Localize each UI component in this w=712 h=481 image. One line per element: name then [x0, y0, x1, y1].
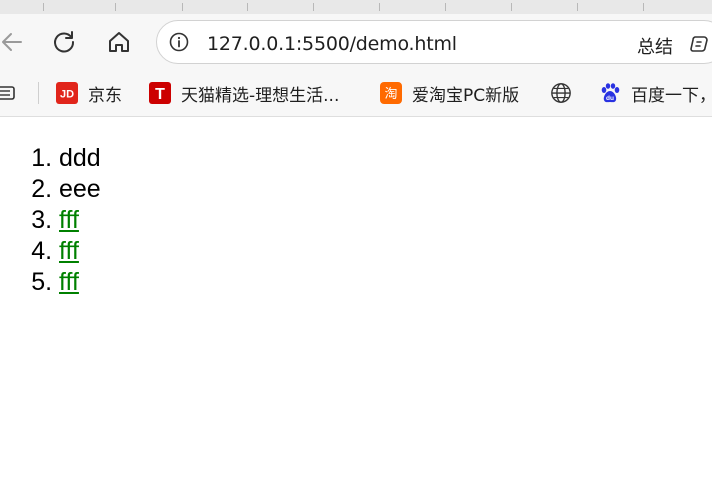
tab-separator	[643, 3, 644, 11]
home-icon	[109, 32, 129, 52]
page-content: ddd eee fff fff fff	[0, 117, 712, 481]
reload-button[interactable]	[48, 26, 80, 58]
home-button[interactable]	[103, 26, 135, 58]
bookmark-label: 爱淘宝PC新版	[412, 85, 520, 106]
list-item-link[interactable]: fff	[59, 237, 79, 265]
svg-text:du: du	[606, 95, 614, 102]
summary-button[interactable]: 总结	[637, 33, 673, 59]
tab-separator	[577, 3, 578, 11]
list-item: fff	[59, 267, 101, 298]
list-item-text: eee	[59, 175, 101, 203]
site-info-button[interactable]	[169, 32, 189, 52]
url-text[interactable]: 127.0.0.1:5500/demo.html	[207, 33, 457, 55]
tab-separator	[379, 3, 380, 11]
baidu-paw-icon: du	[599, 82, 621, 104]
tab-separator	[445, 3, 446, 11]
bookmarks-bar: JD 京东 T 天猫精选-理想生活... 淘 爱淘宝PC新版 du 百度一下，	[0, 70, 712, 117]
reading-list-icon	[0, 86, 15, 100]
bookmark-baidu[interactable]: du 百度一下，	[599, 81, 712, 106]
bookmark-globe[interactable]	[550, 81, 582, 105]
tab-separator	[313, 3, 314, 11]
bookmark-jd[interactable]: JD 京东	[56, 81, 122, 106]
bookmark-label: 天猫精选-理想生活...	[181, 85, 340, 106]
reading-list-button[interactable]	[0, 81, 18, 105]
tab-strip	[0, 0, 712, 14]
bookmarks-divider	[38, 82, 39, 104]
tab-separator	[115, 3, 116, 11]
tmall-logo-icon: T	[149, 82, 171, 104]
list-item: fff	[59, 205, 101, 236]
svg-text:T: T	[155, 86, 165, 103]
bookmark-tmall[interactable]: T 天猫精选-理想生活...	[149, 81, 340, 106]
jd-logo-icon: JD	[56, 82, 78, 104]
address-bar[interactable]: 127.0.0.1:5500/demo.html 总结	[156, 20, 712, 64]
reload-icon	[54, 31, 75, 53]
bookmark-label: 百度一下，	[631, 85, 712, 106]
tab-separator	[43, 3, 44, 11]
copilot-icon[interactable]	[689, 33, 711, 55]
browser-toolbar: 127.0.0.1:5500/demo.html 总结	[0, 14, 712, 70]
tab-separator	[182, 3, 183, 11]
list-item: fff	[59, 236, 101, 267]
list-item-text: ddd	[59, 144, 101, 172]
list-item: eee	[59, 174, 101, 205]
bookmark-label: 京东	[88, 85, 122, 106]
info-icon	[169, 32, 189, 52]
taobao-logo-icon: 淘	[380, 82, 402, 104]
back-button[interactable]	[0, 26, 28, 58]
globe-icon	[550, 82, 572, 104]
list-item-link[interactable]: fff	[59, 268, 79, 296]
back-arrow-icon	[2, 33, 22, 51]
ordered-list: ddd eee fff fff fff	[0, 143, 101, 298]
svg-text:JD: JD	[60, 89, 74, 101]
tab-separator	[247, 3, 248, 11]
list-item: ddd	[59, 143, 101, 174]
tab-separator	[511, 3, 512, 11]
list-item-link[interactable]: fff	[59, 206, 79, 234]
bookmark-taobao[interactable]: 淘 爱淘宝PC新版	[380, 81, 520, 106]
svg-text:淘: 淘	[384, 87, 397, 102]
